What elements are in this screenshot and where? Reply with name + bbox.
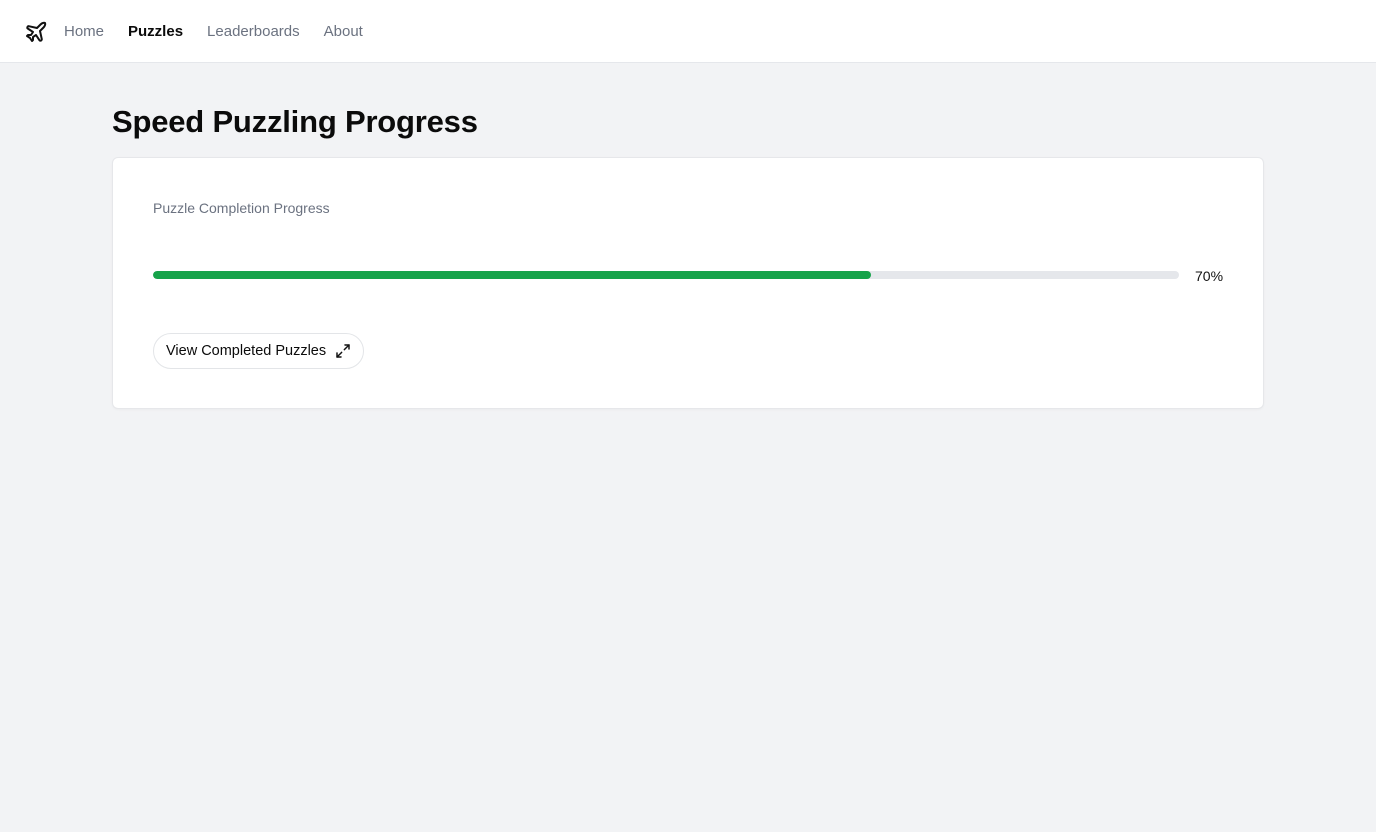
progress-bar-track (153, 271, 1179, 279)
view-completed-puzzles-button[interactable]: View Completed Puzzles (153, 333, 365, 369)
nav-about[interactable]: About (324, 22, 363, 42)
main-nav: Home Puzzles Leaderboards About (64, 22, 387, 42)
page-title: Speed Puzzling Progress (112, 104, 478, 139)
plane-icon[interactable] (24, 20, 48, 44)
nav-puzzles[interactable]: Puzzles (128, 22, 183, 42)
expand-icon (336, 344, 350, 358)
progress-bar-fill (153, 271, 872, 279)
view-completed-puzzles-label: View Completed Puzzles (166, 343, 327, 359)
top-navigation-bar: Home Puzzles Leaderboards About (0, 0, 1376, 63)
nav-home[interactable]: Home (64, 22, 104, 42)
nav-leaderboards[interactable]: Leaderboards (207, 22, 300, 42)
progress-percent: 70% (1195, 268, 1224, 284)
progress-label: Puzzle Completion Progress (153, 200, 330, 216)
progress-card: Puzzle Completion Progress 70% View Comp… (112, 157, 1264, 409)
